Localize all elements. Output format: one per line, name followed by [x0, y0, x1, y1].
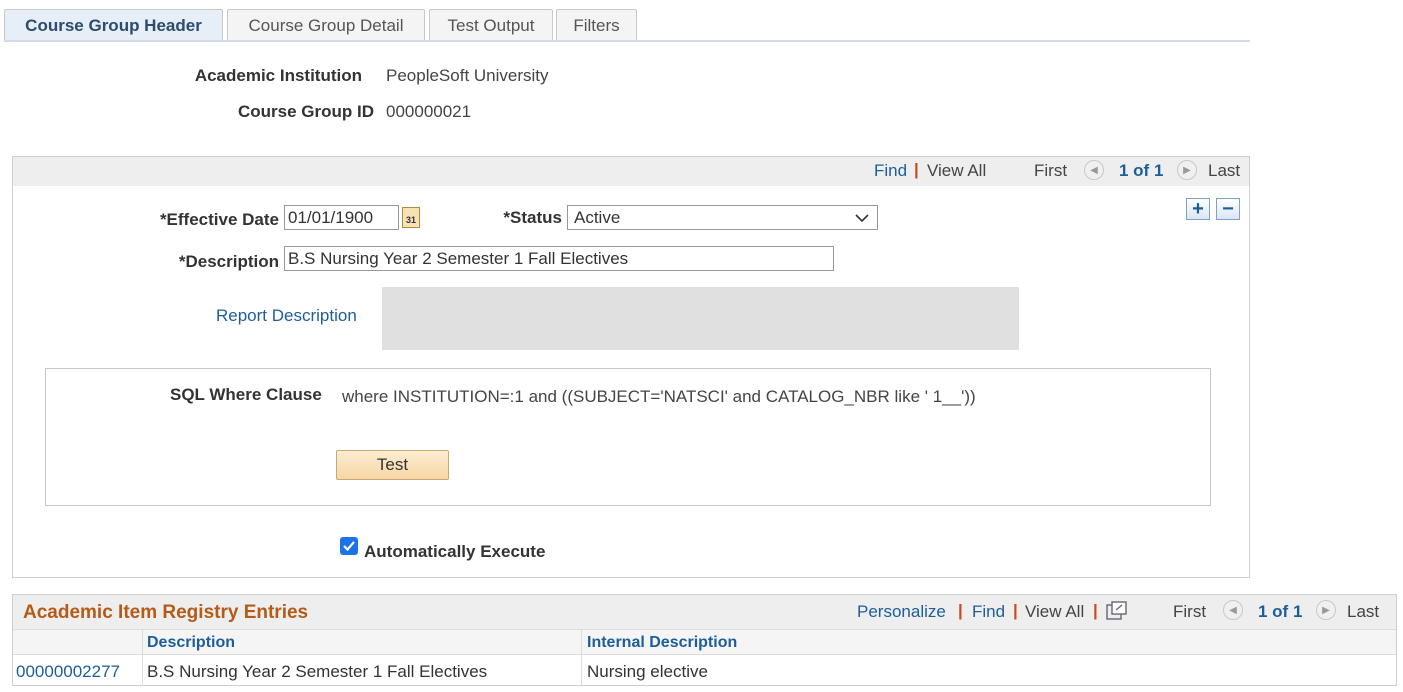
column-divider	[142, 629, 143, 686]
tab-underline	[4, 40, 1250, 42]
checkmark-icon	[343, 541, 355, 552]
status-value: Active	[574, 207, 621, 227]
registry-row-internal-description: Nursing elective	[587, 662, 708, 681]
prev-icon[interactable]: ◀	[1084, 160, 1104, 180]
nav-separator: |	[958, 601, 963, 620]
registry-row-id-link[interactable]: 00000002277	[16, 662, 120, 682]
registry-next-icon[interactable]: ▶	[1316, 600, 1336, 620]
calendar-icon-number: 31	[405, 215, 416, 225]
calendar-icon[interactable]: 31	[402, 207, 420, 228]
new-window-icon[interactable]	[1106, 601, 1128, 621]
chevron-down-icon	[855, 214, 869, 223]
registry-grid-title: Academic Item Registry Entries	[23, 602, 309, 623]
report-description-link[interactable]: Report Description	[216, 306, 357, 326]
test-button[interactable]: Test	[336, 450, 449, 480]
description-label: *Description	[178, 252, 279, 271]
status-select[interactable]: Active	[567, 205, 878, 230]
find-link[interactable]: Find	[874, 161, 907, 181]
registry-first-label[interactable]: First	[1173, 602, 1206, 622]
auto-execute-checkbox[interactable]	[340, 537, 358, 555]
registry-last-label[interactable]: Last	[1347, 602, 1379, 622]
view-all-link[interactable]: View All	[927, 161, 986, 181]
column-divider	[581, 629, 582, 686]
course-group-id-label: Course Group ID	[237, 102, 374, 121]
auto-execute-label: Automatically Execute	[364, 542, 546, 561]
registry-row-description: B.S Nursing Year 2 Semester 1 Fall Elect…	[147, 662, 488, 681]
registry-find-link[interactable]: Find	[972, 602, 1005, 622]
institution-label: Academic Institution	[194, 66, 362, 85]
row-counter: 1 of 1	[1119, 161, 1164, 180]
description-input[interactable]: B.S Nursing Year 2 Semester 1 Fall Elect…	[284, 246, 834, 271]
effective-date-input[interactable]: 01/01/1900	[284, 205, 399, 230]
add-row-icon[interactable]: +	[1186, 198, 1210, 220]
sql-where-label: SQL Where Clause	[170, 385, 322, 404]
nav-separator: |	[1013, 601, 1018, 620]
registry-row-counter: 1 of 1	[1258, 602, 1303, 621]
col-header-internal-description[interactable]: Internal Description	[587, 634, 737, 652]
col-header-description[interactable]: Description	[147, 634, 235, 652]
personalize-link[interactable]: Personalize	[857, 602, 946, 622]
next-icon[interactable]: ▶	[1177, 160, 1197, 180]
tab-course-group-detail[interactable]: Course Group Detail	[227, 9, 425, 41]
tab-course-group-header[interactable]: Course Group Header	[4, 9, 223, 41]
tab-test-output[interactable]: Test Output	[429, 9, 553, 41]
registry-view-all-link[interactable]: View All	[1025, 602, 1084, 622]
institution-value: PeopleSoft University	[386, 66, 549, 85]
registry-prev-icon[interactable]: ◀	[1223, 600, 1243, 620]
report-description-box	[382, 287, 1019, 350]
last-label[interactable]: Last	[1208, 161, 1240, 181]
nav-separator: |	[1093, 601, 1098, 620]
first-label[interactable]: First	[1034, 161, 1067, 181]
delete-row-icon[interactable]: −	[1216, 198, 1240, 220]
sql-where-value: where INSTITUTION=:1 and ((SUBJECT='NATS…	[342, 387, 976, 406]
nav-separator: |	[914, 160, 919, 179]
status-label: *Status	[503, 208, 562, 227]
course-group-id-value: 000000021	[386, 102, 472, 121]
effective-date-label: *Effective Date	[159, 210, 279, 229]
tab-filters[interactable]: Filters	[556, 9, 637, 41]
